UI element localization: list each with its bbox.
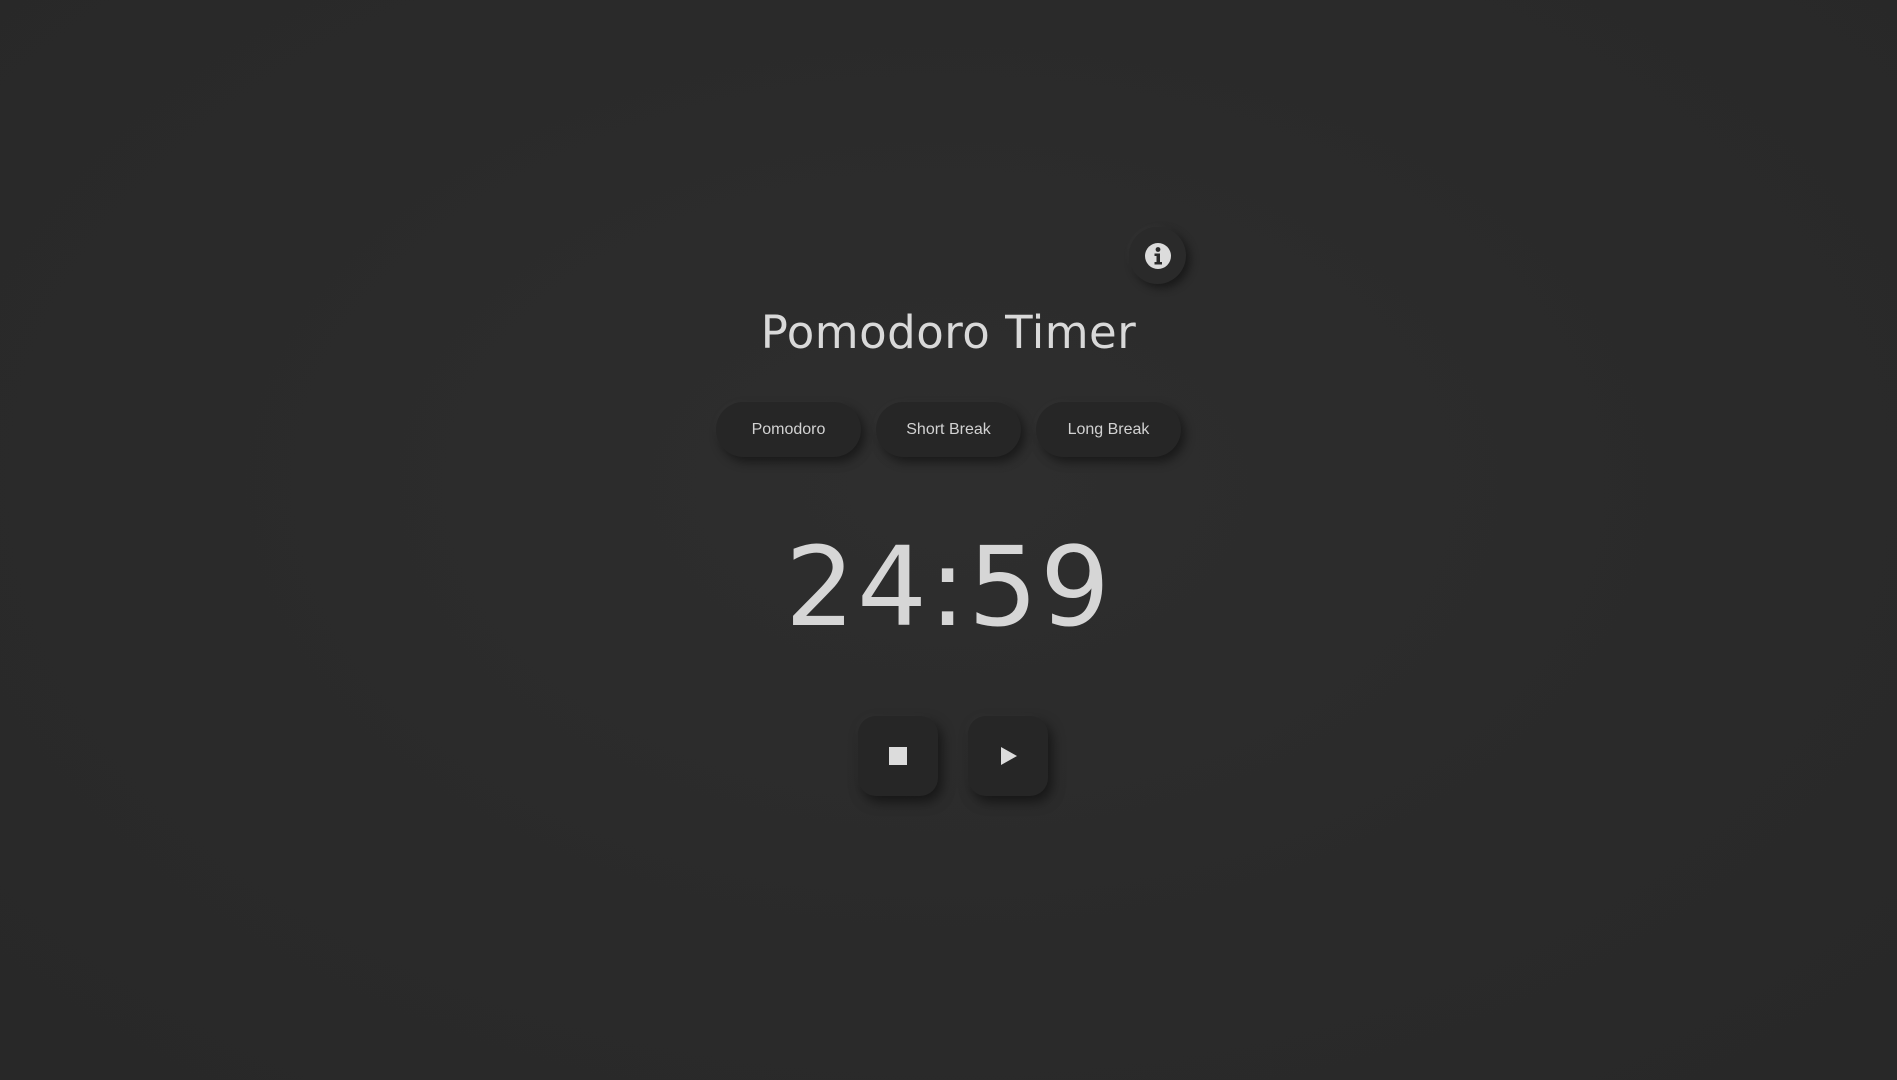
tab-short-break[interactable]: Short Break [876, 402, 1021, 457]
timer-controls [0, 716, 1897, 796]
tab-pomodoro[interactable]: Pomodoro [716, 402, 861, 457]
play-button[interactable] [967, 716, 1048, 796]
pomodoro-page: Pomodoro Timer Pomodoro Short Break Long… [0, 0, 1897, 1080]
mode-tabs: Pomodoro Short Break Long Break [0, 402, 1897, 457]
page-title: Pomodoro Timer [760, 306, 1137, 359]
info-button[interactable] [1129, 227, 1186, 284]
stop-icon [888, 747, 907, 765]
info-icon [1143, 241, 1173, 271]
stop-button[interactable] [857, 716, 938, 796]
tab-long-break[interactable]: Long Break [1036, 402, 1181, 457]
timer-display: 24:59 [784, 523, 1112, 651]
play-icon [1001, 747, 1017, 765]
